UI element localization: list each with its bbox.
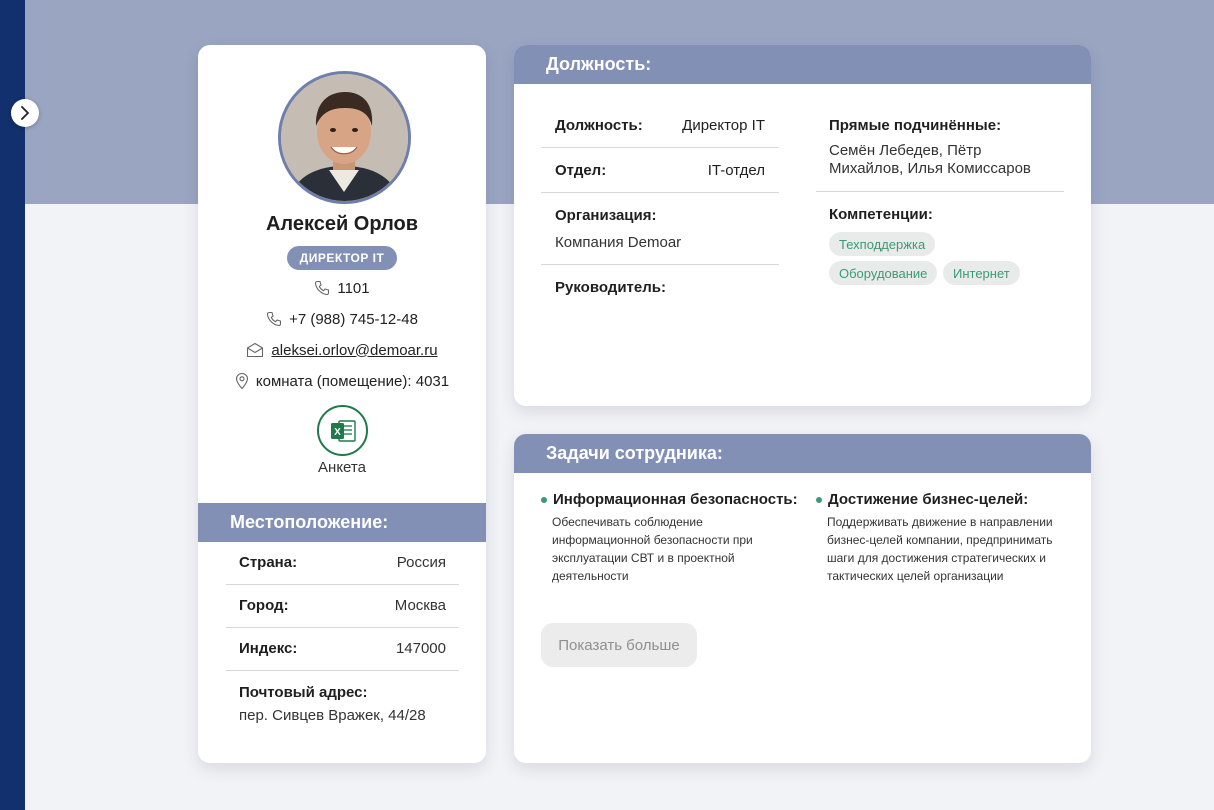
task-desc-line: деятельности — [552, 569, 629, 583]
form-download-button[interactable]: X — [317, 405, 368, 456]
address-value: пер. Сивцев Вражек, 44/28 — [239, 707, 426, 724]
job-label: Должность: — [555, 117, 643, 134]
divider — [541, 192, 779, 193]
task-title: Достижение бизнес-целей: — [816, 491, 1028, 508]
location-title: Местоположение: — [230, 512, 389, 532]
email-link[interactable]: aleksei.orlov@demoar.ru — [271, 342, 437, 359]
task-desc-line: тактических целей организации — [827, 569, 1004, 583]
org-label: Организация: — [555, 207, 657, 224]
subordinates-label: Прямые подчинённые: — [829, 117, 1002, 134]
divider — [226, 670, 459, 671]
avatar — [278, 71, 411, 204]
city-label: Город: — [239, 597, 289, 614]
task-desc-line: информационной безопасности при — [552, 533, 753, 547]
dept-label: Отдел: — [555, 162, 607, 179]
excel-icon: X — [330, 419, 356, 442]
task-desc-line: шаги для достижения стратегических и — [827, 551, 1046, 565]
country-value: Россия — [396, 554, 446, 571]
divider — [541, 264, 779, 265]
chevron-right-icon — [21, 106, 29, 120]
competencies-label: Компетенции: — [829, 206, 933, 223]
email-line: aleksei.orlov@demoar.ru — [198, 339, 486, 361]
envelope-icon — [246, 342, 264, 358]
bullet-icon — [816, 496, 822, 503]
position-card: Должность: Должность: Директор IT Отдел:… — [514, 45, 1091, 406]
task-title-text: Информационная безопасность: — [553, 491, 798, 508]
city-value: Москва — [394, 597, 446, 614]
phone-number[interactable]: +7 (988) 745-12-48 — [289, 311, 418, 328]
show-more-button[interactable]: Показать больше — [541, 623, 697, 667]
job-row: Должность: Директор IT — [555, 117, 765, 134]
sidebar-toggle-button[interactable] — [11, 99, 39, 127]
task-description: Обеспечивать соблюдение информационной б… — [552, 513, 753, 585]
task-desc-line: бизнес-целей компании, предпринимать — [827, 533, 1053, 547]
phone-icon — [266, 311, 282, 327]
competency-chip: Оборудование — [829, 261, 938, 285]
tasks-section-header: Задачи сотрудника: — [514, 434, 1091, 473]
role-badge: ДИРЕКТОР IT — [287, 246, 397, 270]
task-desc-line: Обеспечивать соблюдение — [552, 515, 703, 529]
dept-row: Отдел: IT-отдел — [555, 162, 765, 179]
competency-chip: Техподдержка — [829, 232, 936, 256]
room-text: комната (помещение): 4031 — [255, 372, 450, 390]
index-label: Индекс: — [239, 640, 298, 657]
city-row: Город: Москва — [226, 584, 459, 627]
job-value: Директор IT — [682, 117, 765, 134]
task-desc-line: Поддерживать движение в направлении — [827, 515, 1053, 529]
phone-line: +7 (988) 745-12-48 — [198, 308, 486, 330]
room-line: комната (помещение): 4031 — [198, 370, 486, 392]
competency-chip: Интернет — [943, 261, 1020, 285]
location-pin-icon — [235, 372, 249, 390]
extension-line: 1101 — [198, 277, 486, 299]
country-label: Страна: — [239, 554, 298, 571]
svg-text:X: X — [334, 427, 341, 438]
location-section-header: Местоположение: — [198, 503, 486, 542]
divider — [816, 191, 1064, 192]
task-description: Поддерживать движение в направлении бизн… — [827, 513, 1053, 585]
position-title: Должность: — [546, 54, 652, 74]
tasks-card: Задачи сотрудника: Информационная безопа… — [514, 434, 1091, 763]
index-value: 147000 — [395, 640, 446, 657]
org-value: Компания Demoar — [555, 234, 682, 251]
tasks-title: Задачи сотрудника: — [546, 443, 723, 463]
bullet-icon — [541, 496, 547, 503]
manager-label: Руководитель: — [555, 279, 666, 296]
position-section-header: Должность: — [514, 45, 1091, 84]
task-desc-line: эксплуатации СВТ и в проектной — [552, 551, 735, 565]
subordinates-line-1: Семён Лебедев, Пётр — [829, 142, 982, 159]
profile-card: Алексей Орлов ДИРЕКТОР IT 1101 +7 (988) … — [198, 45, 486, 763]
avatar-image — [281, 74, 408, 201]
dept-value: IT-отдел — [707, 162, 765, 179]
country-row: Страна: Россия — [226, 541, 459, 584]
task-title: Информационная безопасность: — [541, 491, 798, 508]
employee-name: Алексей Орлов — [265, 213, 419, 235]
extension-number: 1101 — [337, 279, 370, 297]
subordinates-line-2: Михайлов, Илья Комиссаров — [829, 160, 1031, 177]
index-row: Индекс: 147000 — [226, 627, 459, 670]
phone-icon — [314, 280, 330, 296]
address-label: Почтовый адрес: — [239, 684, 368, 701]
divider — [541, 147, 779, 148]
form-label: Анкета — [318, 459, 366, 476]
task-title-text: Достижение бизнес-целей: — [828, 491, 1029, 508]
